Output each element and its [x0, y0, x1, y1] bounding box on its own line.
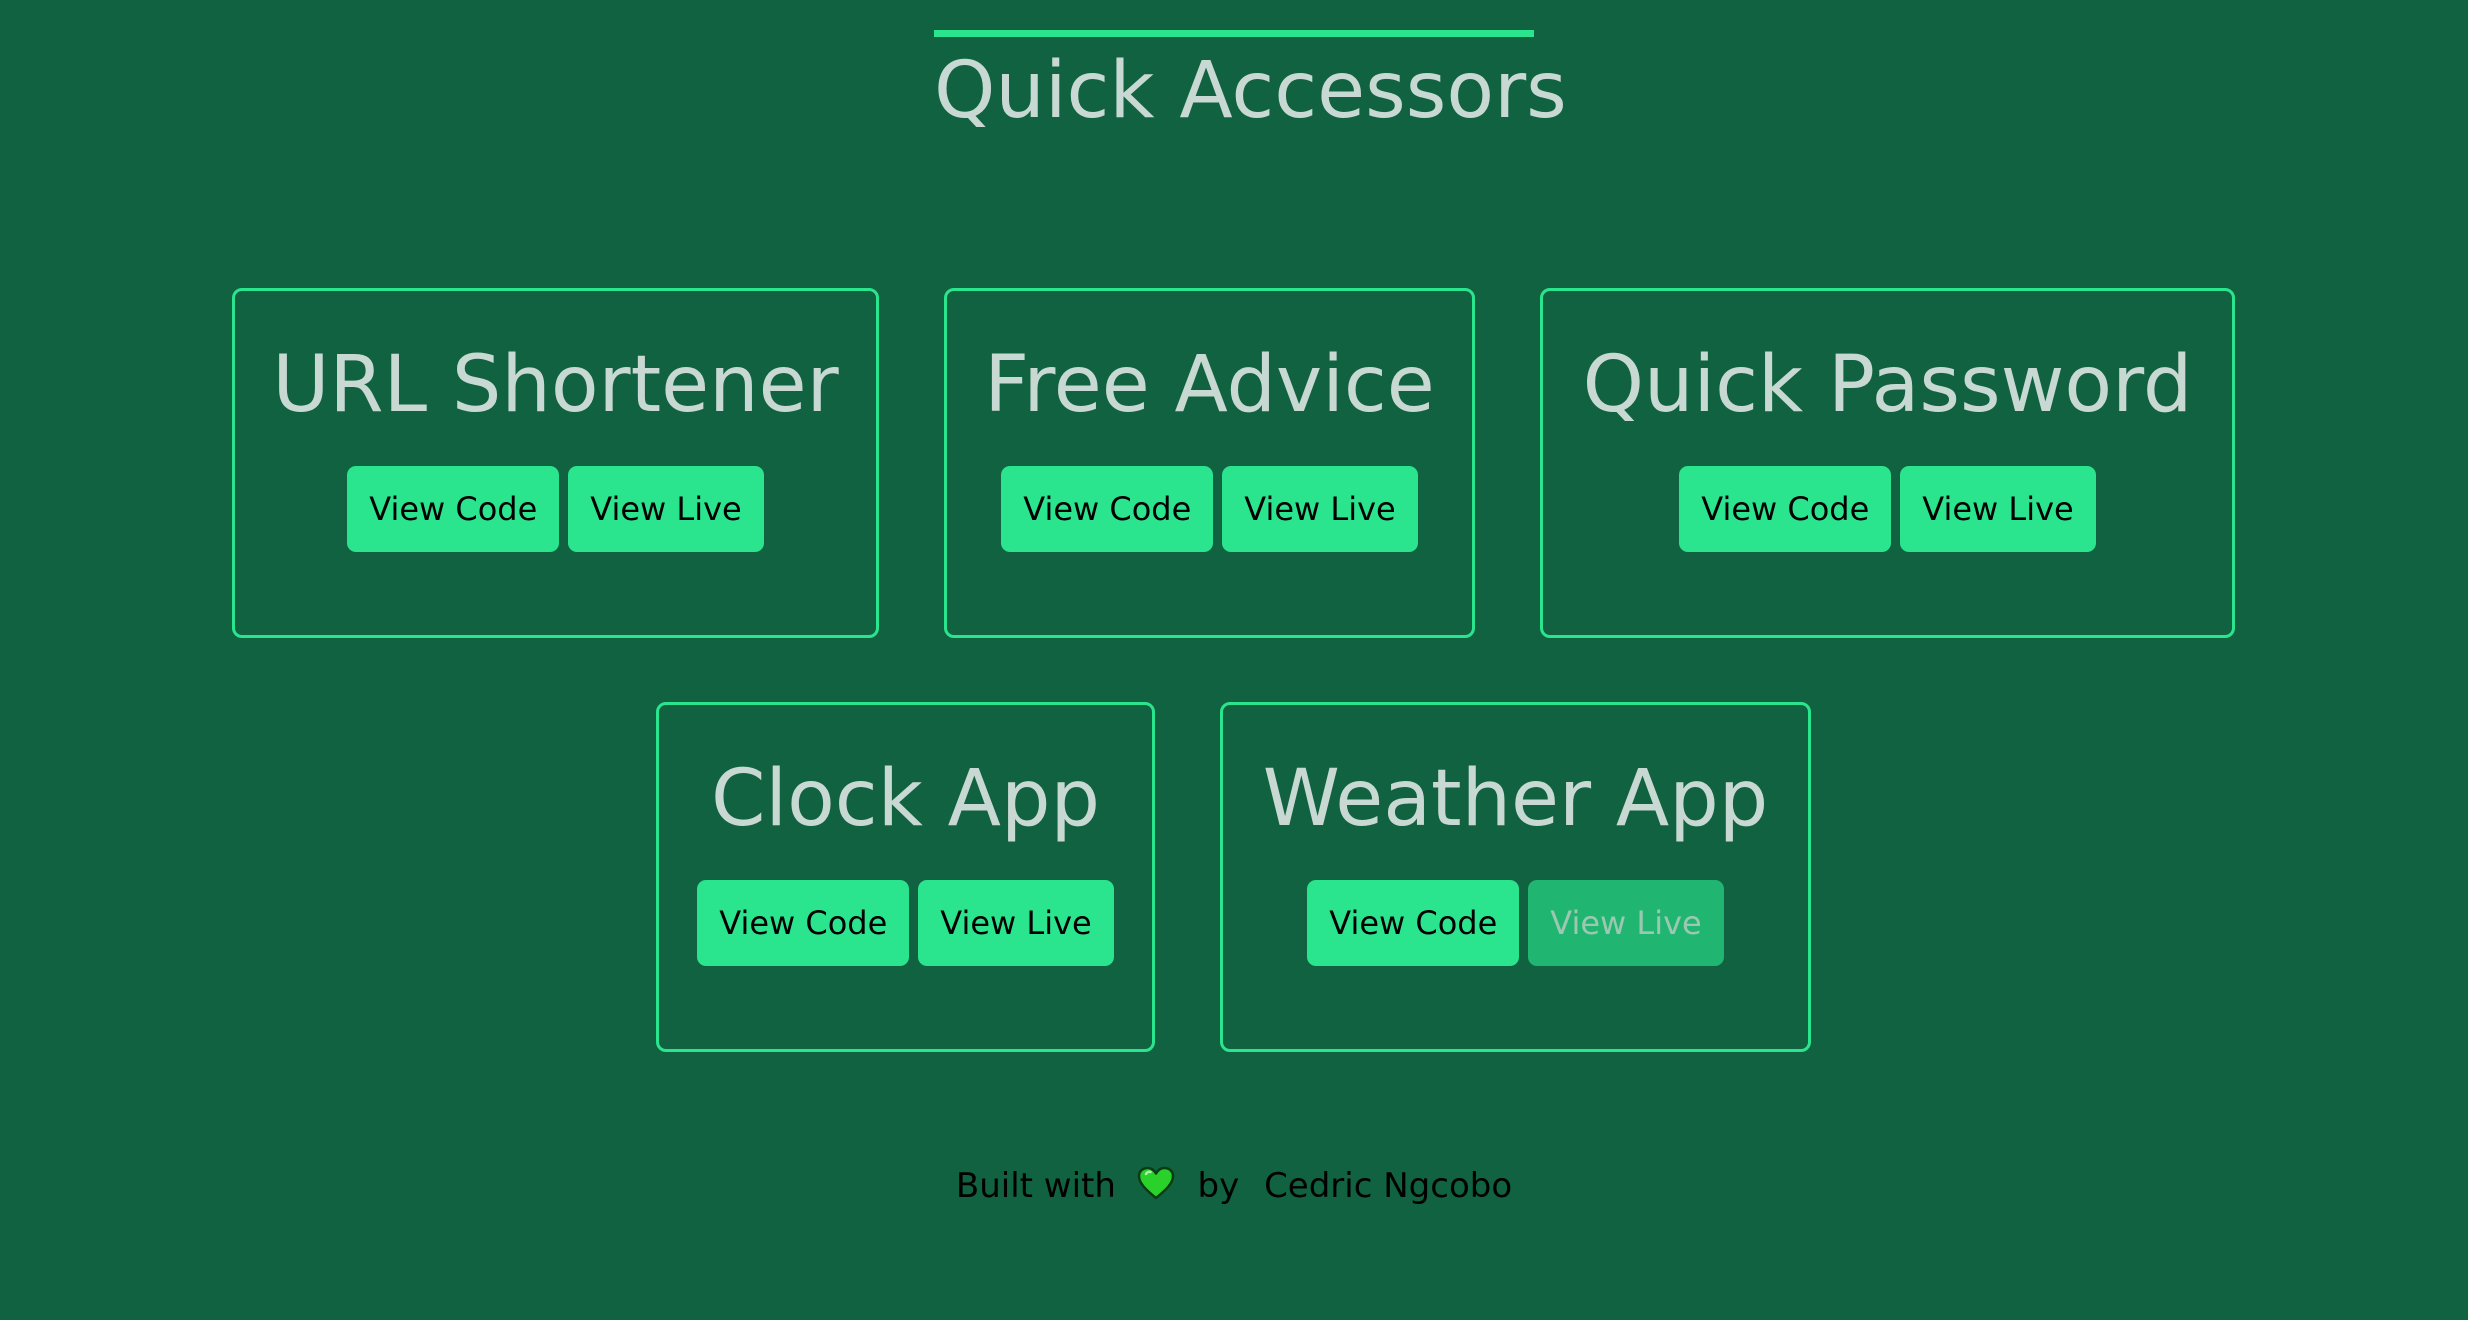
project-actions: View Code View Live	[947, 466, 1472, 552]
footer-by: by	[1197, 1166, 1240, 1206]
footer-built-with: Built with	[955, 1166, 1116, 1206]
page: Quick Accessors URL Shortener View Code …	[0, 0, 2468, 1320]
view-live-button[interactable]: View Live	[1222, 466, 1418, 552]
project-title: Weather App	[1262, 754, 1769, 844]
title-underline	[934, 30, 1534, 37]
project-card-weather-app: Weather App View Code View Live	[1220, 702, 1811, 1052]
view-live-button-disabled: View Live	[1528, 880, 1724, 966]
project-card-quick-password: Quick Password View Code View Live	[1540, 288, 2235, 638]
project-actions: View Code View Live	[1223, 880, 1808, 966]
heart-icon	[1137, 1166, 1175, 1209]
project-actions: View Code View Live	[659, 880, 1152, 966]
project-title: Clock App	[710, 754, 1101, 844]
project-card-free-advice: Free Advice View Code View Live	[944, 288, 1475, 638]
view-code-button[interactable]: View Code	[1679, 466, 1892, 552]
project-title: Free Advice	[984, 340, 1435, 430]
footer: Built with by Cedric Ngcobo	[0, 1166, 2468, 1209]
project-title: URL Shortener	[272, 340, 839, 430]
page-title: Quick Accessors	[934, 46, 1567, 136]
view-code-button[interactable]: View Code	[1307, 880, 1520, 966]
project-actions: View Code View Live	[1543, 466, 2232, 552]
view-live-button[interactable]: View Live	[918, 880, 1114, 966]
view-live-button[interactable]: View Live	[568, 466, 764, 552]
footer-author: Cedric Ngcobo	[1264, 1166, 1513, 1206]
view-code-button[interactable]: View Code	[1001, 466, 1214, 552]
view-code-button[interactable]: View Code	[697, 880, 910, 966]
project-card-clock-app: Clock App View Code View Live	[656, 702, 1155, 1052]
view-code-button[interactable]: View Code	[347, 466, 560, 552]
project-card-url-shortener: URL Shortener View Code View Live	[232, 288, 879, 638]
view-live-button[interactable]: View Live	[1900, 466, 2096, 552]
page-header: Quick Accessors	[934, 30, 1567, 136]
project-title: Quick Password	[1582, 340, 2193, 430]
project-actions: View Code View Live	[235, 466, 876, 552]
